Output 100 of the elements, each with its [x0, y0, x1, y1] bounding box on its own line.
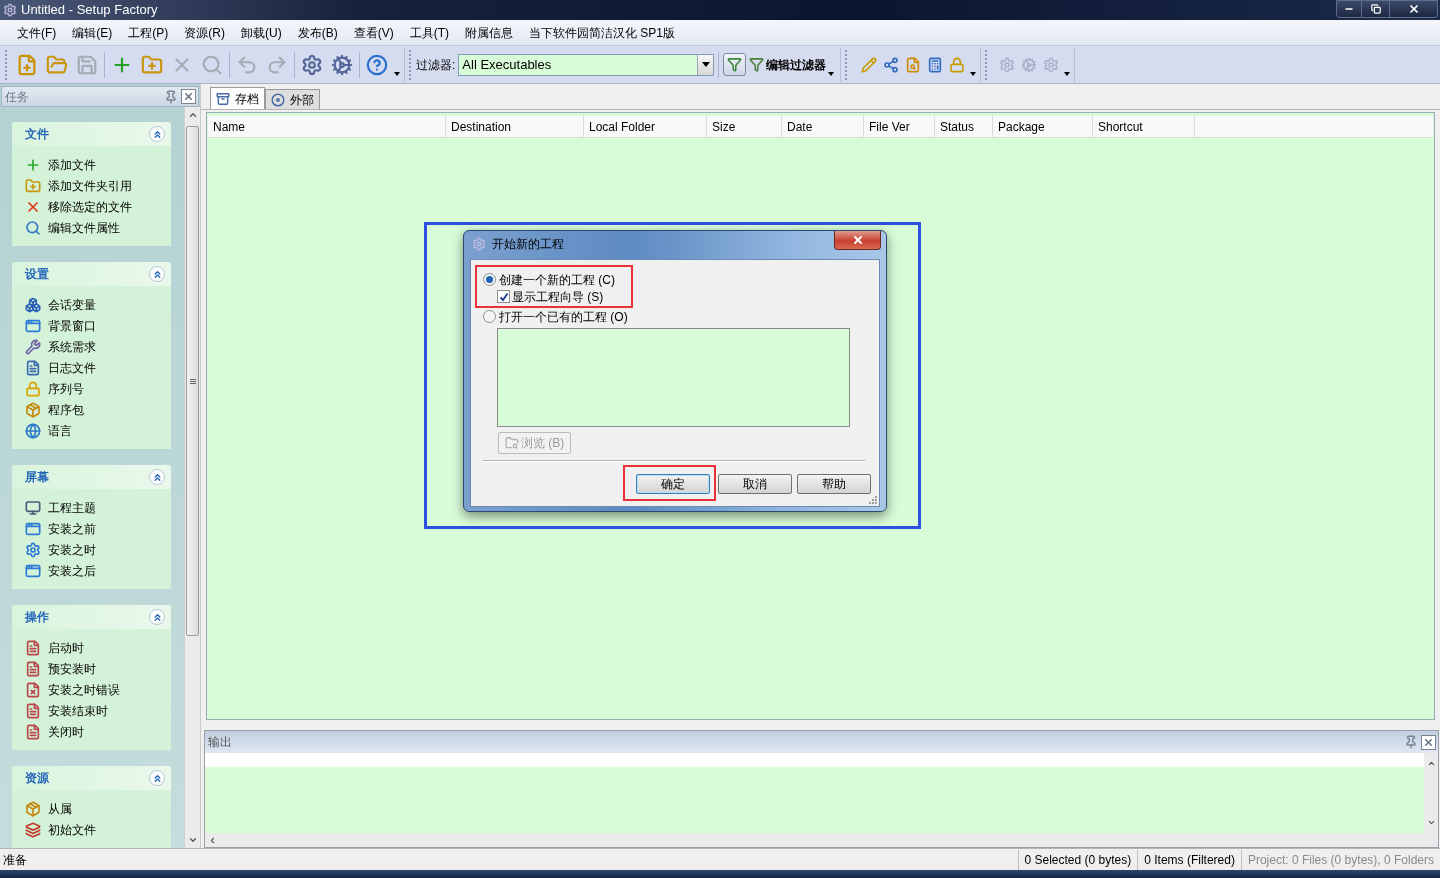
menu-item[interactable]: 资源(R): [176, 23, 233, 42]
help-icon[interactable]: [366, 53, 388, 76]
sidebar-item[interactable]: 安装之时: [12, 539, 171, 560]
new-file-icon[interactable]: [16, 53, 38, 76]
document-icon: [25, 723, 41, 740]
help-button[interactable]: 帮助: [797, 474, 871, 494]
recent-projects-list[interactable]: [497, 328, 850, 427]
menu-item[interactable]: 卸载(U): [233, 23, 290, 42]
sidebar-item[interactable]: 安装结束时: [12, 700, 171, 721]
scroll-up-icon[interactable]: [187, 110, 198, 120]
column-header[interactable]: Package: [993, 116, 1093, 138]
dropdown-caret-icon[interactable]: [394, 71, 400, 76]
folder-plus-icon[interactable]: [141, 53, 163, 76]
calculator-icon[interactable]: [927, 56, 944, 73]
scrollbar[interactable]: [205, 833, 1438, 847]
sidebar-item[interactable]: 安装之前: [12, 518, 171, 539]
sidebar-item[interactable]: 背景窗口: [12, 315, 171, 336]
tab[interactable]: 外部: [265, 89, 320, 109]
globe-icon: [25, 422, 41, 439]
pin-icon[interactable]: [164, 89, 178, 104]
sidebar-item[interactable]: 系统需求: [12, 336, 171, 357]
sidebar-item[interactable]: 移除选定的文件: [12, 196, 171, 217]
collapse-icon[interactable]: [149, 266, 165, 282]
scroll-down-icon[interactable]: [1426, 818, 1436, 827]
sidebar-item[interactable]: 初始文件: [12, 819, 171, 840]
menu-item[interactable]: 文件(F): [9, 23, 65, 42]
sidebar-item[interactable]: 程序包: [12, 399, 171, 420]
ok-button[interactable]: 确定: [636, 474, 710, 494]
tab[interactable]: 存档: [210, 87, 265, 109]
edit-filter-button[interactable]: 编辑过滤器: [749, 55, 827, 74]
menu-item[interactable]: 工程(P): [120, 23, 177, 42]
scroll-down-icon[interactable]: [187, 835, 198, 845]
scrollbar-thumb[interactable]: [186, 126, 199, 636]
scroll-left-icon[interactable]: [208, 835, 217, 845]
scroll-up-icon[interactable]: [1426, 759, 1436, 768]
column-header[interactable]: Destination: [446, 116, 584, 138]
collapse-icon[interactable]: [149, 469, 165, 485]
menu-item[interactable]: 当下软件园简洁汉化 SP1版: [521, 23, 683, 42]
column-header[interactable]: File Ver: [864, 116, 935, 138]
close-button[interactable]: [1390, 0, 1438, 18]
sidebar-item[interactable]: 启动时: [12, 637, 171, 658]
open-folder-icon[interactable]: [46, 53, 68, 76]
add-filter-icon[interactable]: [723, 53, 747, 76]
scrollbar[interactable]: [1424, 753, 1438, 833]
dropdown-caret-icon[interactable]: [828, 71, 835, 76]
create-project-radio[interactable]: 创建一个新的工程 (C): [477, 271, 631, 288]
file-search-icon[interactable]: [905, 56, 922, 73]
sidebar-item[interactable]: 编辑文件属性: [12, 217, 171, 238]
column-header[interactable]: Date: [782, 116, 864, 138]
sidebar-item[interactable]: 添加文件: [12, 154, 171, 175]
task-group-header[interactable]: 设置: [12, 262, 171, 286]
grip-icon: [189, 378, 196, 384]
sidebar-item[interactable]: 安装之时错误: [12, 679, 171, 700]
menu-item[interactable]: 工具(T): [401, 23, 457, 42]
task-group-header[interactable]: 操作: [12, 605, 171, 629]
sidebar-item[interactable]: 日志文件: [12, 357, 171, 378]
collapse-icon[interactable]: [149, 770, 165, 786]
cog-icon[interactable]: [331, 53, 353, 76]
resize-grip-icon[interactable]: [868, 495, 877, 504]
column-header[interactable]: Name: [208, 116, 446, 138]
pin-icon[interactable]: [1404, 735, 1418, 749]
document-icon: [25, 660, 41, 677]
menu-item[interactable]: 查看(V): [345, 23, 402, 42]
close-icon[interactable]: [181, 89, 196, 104]
close-button[interactable]: [834, 231, 881, 250]
sidebar-item[interactable]: 语言: [12, 420, 171, 441]
sidebar-item[interactable]: 序列号: [12, 378, 171, 399]
minimize-button[interactable]: [1336, 0, 1362, 18]
sidebar-item[interactable]: 会话变量: [12, 294, 171, 315]
sidebar-item[interactable]: 关闭时: [12, 721, 171, 742]
column-header[interactable]: Shortcut: [1093, 116, 1195, 138]
sidebar-item[interactable]: 添加文件夹引用: [12, 175, 171, 196]
cancel-button[interactable]: 取消: [718, 474, 792, 494]
task-group-header[interactable]: 文件: [12, 122, 171, 146]
task-group-header[interactable]: 资源: [12, 766, 171, 790]
sidebar-item[interactable]: 工程主题: [12, 497, 171, 518]
close-icon[interactable]: [1421, 734, 1436, 750]
column-header[interactable]: Local Folder: [584, 116, 707, 138]
wrench-icon: [25, 338, 41, 355]
column-header[interactable]: Status: [935, 116, 993, 138]
open-project-radio[interactable]: 打开一个已有的工程 (O): [475, 308, 879, 325]
sidebar-item[interactable]: 从属: [12, 798, 171, 819]
collapse-icon[interactable]: [149, 126, 165, 142]
search-icon: [25, 219, 41, 236]
gear-icon[interactable]: [301, 53, 323, 76]
restore-button[interactable]: [1362, 0, 1390, 18]
menu-item[interactable]: 编辑(E): [64, 23, 121, 42]
collapse-icon[interactable]: [149, 609, 165, 625]
column-header[interactable]: Size: [707, 116, 782, 138]
menu-item[interactable]: 附属信息: [457, 23, 521, 42]
menu-item[interactable]: 发布(B): [289, 23, 346, 42]
show-wizard-checkbox[interactable]: 显示工程向导 (S): [477, 288, 631, 305]
sidebar-item[interactable]: 预安装时: [12, 658, 171, 679]
sidebar-item[interactable]: 安装之后: [12, 560, 171, 581]
scrollbar[interactable]: [184, 107, 200, 848]
task-group-header[interactable]: 屏幕: [12, 465, 171, 489]
dropdown-caret-icon[interactable]: [970, 71, 977, 76]
dropdown-caret-icon[interactable]: [1064, 71, 1071, 76]
network-icon[interactable]: [883, 56, 900, 73]
filter-dropdown[interactable]: All Executables: [458, 53, 715, 76]
